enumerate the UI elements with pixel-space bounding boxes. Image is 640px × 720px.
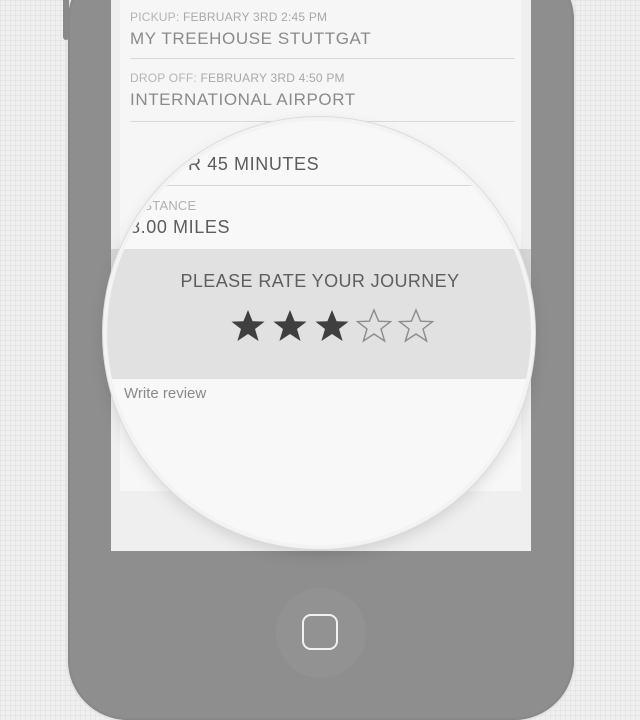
rating-title: PLEASE RATE YOUR JOURNEY — [180, 271, 460, 291]
distance-row: DISTANCE 8.00 MILES — [130, 198, 230, 238]
star-outline-icon[interactable] — [398, 308, 434, 344]
pickup-label: PICKUP: FEBRUARY 3RD 2:45 PM — [130, 10, 328, 24]
star-outline-icon[interactable] — [356, 308, 392, 344]
distance-value: 8.00 MILES — [130, 217, 231, 237]
dropoff-label: DROP OFF: FEBRUARY 3RD 4:50 PM — [130, 71, 345, 85]
phone-side-button — [63, 0, 69, 40]
distance-label: DISTANCE — [130, 198, 197, 213]
dropoff-row: DROP OFF: FEBRUARY 3RD 4:50 PM INTERNATI… — [130, 71, 515, 110]
duration-label: DURATION — [130, 135, 199, 150]
star-filled-icon[interactable] — [272, 308, 308, 344]
divider — [130, 58, 515, 59]
home-button-icon[interactable] — [302, 614, 338, 650]
dropoff-value: INTERNATIONAL AIRPORT — [130, 90, 356, 109]
duration-value: 1 HOUR 45 MINUTES — [130, 154, 320, 174]
divider — [130, 185, 515, 186]
star-rating[interactable] — [230, 308, 434, 348]
star-filled-icon[interactable] — [230, 308, 266, 344]
write-review-input[interactable]: Write review — [124, 385, 206, 402]
star-filled-icon[interactable] — [314, 308, 350, 344]
pickup-row: PICKUP: FEBRUARY 3RD 2:45 PM MY TREEHOUS… — [130, 10, 515, 49]
duration-row: DURATION 1 HOUR 45 MINUTES — [130, 135, 319, 175]
pickup-value: MY TREEHOUSE STUTTGAT — [130, 29, 372, 48]
magnifier-lens: DURATION 1 HOUR 45 MINUTES DISTANCE 8.00… — [107, 121, 531, 545]
